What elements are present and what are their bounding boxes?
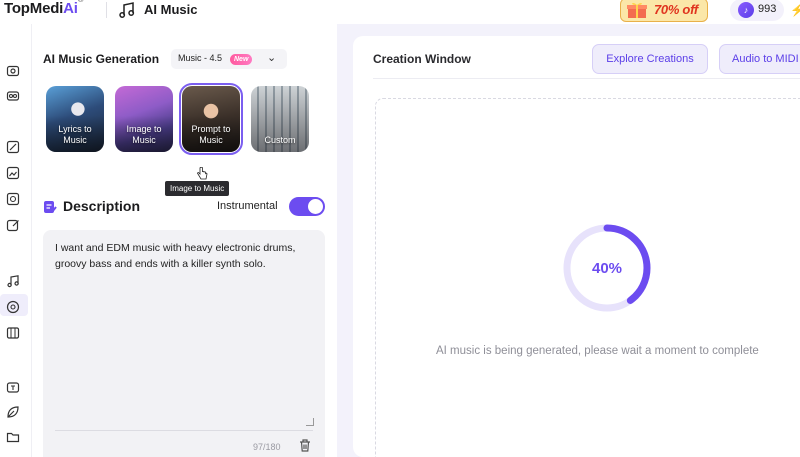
textbox-divider bbox=[55, 430, 313, 431]
model-select[interactable]: Music - 4.5 New ⌄ bbox=[171, 49, 287, 69]
mode-card-label: Image to Music bbox=[126, 124, 162, 145]
credits-badge[interactable]: ♪ 993 bbox=[730, 0, 784, 21]
panel-title: AI Music Generation bbox=[43, 52, 160, 66]
trash-icon[interactable] bbox=[298, 438, 312, 453]
char-count: 97/180 bbox=[253, 442, 281, 452]
description-text: I want and EDM music with heavy electron… bbox=[55, 242, 296, 270]
header-divider bbox=[106, 2, 107, 18]
leaf-icon[interactable] bbox=[6, 405, 20, 419]
brand-ai: Ai bbox=[63, 0, 78, 17]
description-icon bbox=[44, 201, 57, 213]
chevron-down-icon: ⌄ bbox=[267, 52, 277, 64]
credit-note-icon: ♪ bbox=[738, 2, 754, 18]
new-badge: New bbox=[230, 54, 253, 65]
tooltip: Image to Music bbox=[165, 181, 230, 196]
instrumental-toggle[interactable] bbox=[289, 197, 325, 216]
music-note-icon bbox=[119, 2, 135, 18]
creation-divider bbox=[373, 78, 800, 79]
mode-card-lyrics-to-music[interactable]: Lyrics to Music bbox=[46, 86, 104, 152]
gift-icon bbox=[627, 2, 647, 18]
description-textarea[interactable]: I want and EDM music with heavy electron… bbox=[43, 230, 325, 457]
brand-registered: ® bbox=[78, 0, 84, 4]
pen-edit-icon[interactable] bbox=[6, 218, 20, 232]
hand-cursor-icon bbox=[197, 167, 208, 180]
promo-banner[interactable]: 70% off bbox=[620, 0, 708, 22]
explore-creations-button[interactable]: Explore Creations bbox=[592, 44, 708, 74]
vinyl-disc-icon[interactable] bbox=[6, 300, 20, 314]
mode-card-image-to-music[interactable]: Image to Music bbox=[115, 86, 173, 152]
toggle-knob bbox=[308, 199, 323, 214]
generation-status-message: AI music is being generated, please wait… bbox=[436, 345, 759, 357]
promo-text: 70% off bbox=[654, 2, 698, 17]
brand-logo[interactable]: TopMediAi® bbox=[4, 0, 84, 17]
page-title: AI Music bbox=[144, 2, 198, 17]
generation-panel: AI Music Generation Music - 4.5 New ⌄ Ly… bbox=[33, 24, 335, 457]
edit-image-icon[interactable] bbox=[6, 140, 20, 154]
mode-card-prompt-to-music[interactable]: Prompt to Music bbox=[179, 83, 243, 155]
description-title: Description bbox=[63, 198, 141, 214]
video-icon[interactable] bbox=[6, 89, 20, 103]
folder-icon[interactable] bbox=[6, 430, 20, 444]
creation-window: Creation Window Explore Creations Audio … bbox=[353, 36, 800, 457]
credits-count: 993 bbox=[758, 3, 777, 15]
layers-icon[interactable] bbox=[6, 192, 20, 206]
progress-percent: 40% bbox=[591, 260, 623, 277]
mode-card-label: Lyrics to Music bbox=[58, 124, 92, 145]
instrumental-label: Instrumental bbox=[217, 200, 278, 212]
mode-card-label: Custom bbox=[264, 135, 296, 145]
bolt-icon[interactable]: ⚡ bbox=[790, 3, 800, 17]
music-icon[interactable] bbox=[6, 274, 20, 288]
text-box-icon[interactable] bbox=[6, 380, 20, 394]
audio-to-midi-button[interactable]: Audio to MIDI bbox=[719, 44, 800, 74]
image-icon[interactable] bbox=[6, 64, 20, 78]
resize-grip-icon[interactable] bbox=[306, 418, 314, 426]
left-icon-rail bbox=[0, 24, 32, 457]
piano-icon[interactable] bbox=[6, 326, 20, 340]
model-label: Music - 4.5 bbox=[178, 53, 223, 63]
mode-card-label: Prompt to Music bbox=[191, 124, 231, 145]
creation-window-title: Creation Window bbox=[373, 52, 471, 66]
top-bar: TopMediAi® AI Music 70% off ♪ 993 ⚡ bbox=[0, 0, 800, 24]
photo-edit-icon[interactable] bbox=[6, 166, 20, 180]
mode-card-custom[interactable]: Custom bbox=[251, 86, 309, 152]
brand-name: TopMedi bbox=[4, 0, 64, 17]
